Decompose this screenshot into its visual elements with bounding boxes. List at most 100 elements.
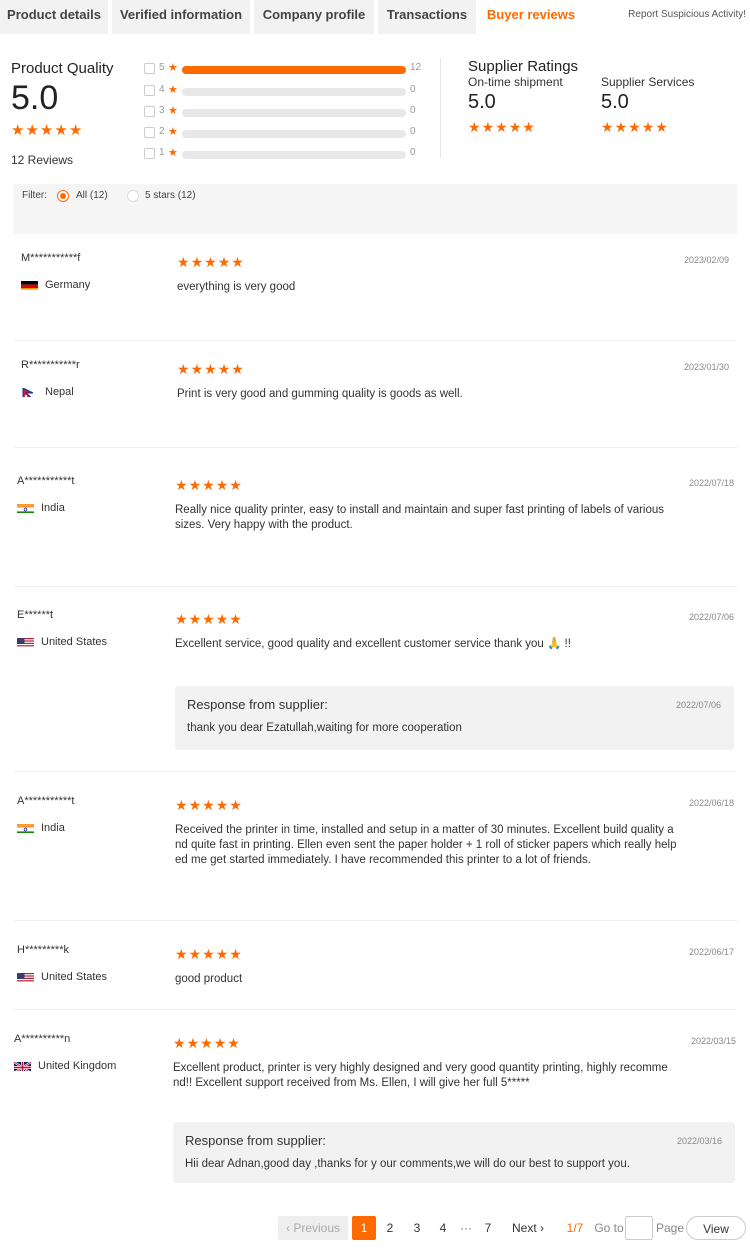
star-icon: ★	[168, 147, 178, 159]
review-count: 12 Reviews	[11, 153, 74, 167]
tab-buyer-reviews[interactable]: Buyer reviews	[480, 0, 582, 34]
star-icon: ★	[231, 361, 244, 377]
review-text: Excellent product, printer is very highl…	[173, 1062, 668, 1074]
on-time-shipment-score: 5.0	[468, 91, 496, 113]
star-icon: ★	[168, 84, 178, 96]
tab-company-profile[interactable]: Company profile	[254, 0, 374, 34]
filter-five-stars-radio[interactable]	[127, 190, 139, 202]
star-icon: ★	[186, 1035, 200, 1051]
rating-bar	[182, 88, 406, 96]
star-icon: ★	[231, 254, 244, 270]
review-stars: ★★★★★	[177, 254, 245, 272]
tab-product-details[interactable]: Product details	[0, 0, 108, 34]
review-date: 2023/01/30	[683, 362, 729, 372]
divider	[14, 920, 737, 921]
star-icon: ★	[229, 797, 242, 813]
divider	[440, 58, 441, 158]
page-2-button[interactable]: 2	[380, 1216, 400, 1240]
chevron-right-icon: ›	[536, 1221, 545, 1235]
star-icon: ★	[628, 119, 641, 135]
star-icon: ★	[188, 797, 202, 813]
star-icon: ★	[215, 611, 229, 627]
product-quality-stars: ★★★★★	[11, 122, 83, 140]
flag-nepal-icon	[21, 386, 38, 397]
divider	[14, 340, 737, 341]
star-icon: ★	[601, 119, 614, 135]
star-icon: ★	[215, 797, 229, 813]
rating-filter-checkbox[interactable]	[144, 127, 155, 138]
review-summary: Product Quality 5.0 ★★★★★ 12 Reviews 5 ★ 1…	[0, 38, 750, 184]
rating-count: 12	[410, 62, 422, 73]
star-icon: ★	[175, 477, 188, 493]
rating-bar	[182, 151, 406, 159]
page-4-button[interactable]: 4	[433, 1216, 453, 1240]
star-icon: ★	[188, 477, 202, 493]
star-icon: ★	[175, 611, 188, 627]
supplier-services-label: Supplier Services	[601, 75, 695, 89]
rating-star-number: 4	[159, 84, 165, 95]
page-1-button[interactable]: 1	[352, 1216, 376, 1240]
rating-row-4[interactable]: 4 ★ 0	[144, 84, 424, 98]
current-page-indicator: 1/7	[566, 1221, 584, 1235]
response-title: Response from supplier:	[187, 697, 328, 712]
rating-row-5[interactable]: 5 ★ 12	[144, 62, 424, 76]
response-text: thank you dear Ezatullah,waiting for mor…	[187, 722, 462, 734]
reviewer-country: Nepal	[45, 386, 74, 398]
tab-transactions[interactable]: Transactions	[378, 0, 476, 34]
flag-united-states-icon	[17, 636, 34, 647]
star-icon: ★	[202, 477, 215, 493]
review-text: Excellent service, good quality and exce…	[175, 638, 571, 650]
star-icon: ★	[54, 122, 68, 139]
reviewer-name: H*********k	[17, 944, 69, 956]
star-icon: ★	[25, 122, 39, 139]
rating-row-2[interactable]: 2 ★ 0	[144, 126, 424, 140]
reviewer-name: A**********n	[14, 1033, 71, 1045]
flag-united-kingdom-icon	[14, 1060, 31, 1071]
star-icon: ★	[522, 119, 535, 135]
rating-filter-checkbox[interactable]	[144, 148, 155, 159]
star-icon: ★	[177, 361, 190, 377]
review-text: nd quite fast in printing. Ellen even se…	[175, 839, 677, 851]
filter-all-radio[interactable]	[57, 190, 69, 202]
report-suspicious-link[interactable]: Report Suspicious Activity!	[628, 9, 746, 20]
star-icon: ★	[200, 1035, 213, 1051]
page-7-button[interactable]: 7	[478, 1216, 498, 1240]
on-time-shipment-stars: ★★★★★	[468, 119, 536, 137]
page-label: Page	[655, 1221, 685, 1235]
star-icon: ★	[495, 119, 508, 135]
divider	[14, 771, 737, 772]
reviewer-country: United States	[41, 636, 108, 648]
page-3-button[interactable]: 3	[407, 1216, 427, 1240]
review-text: good product	[175, 973, 243, 985]
rating-filter-checkbox[interactable]	[144, 106, 155, 117]
reviewer-country: India	[41, 822, 65, 834]
flag-germany-icon	[21, 279, 38, 290]
star-icon: ★	[68, 122, 83, 139]
previous-button[interactable]: ‹ Previous	[278, 1216, 348, 1240]
divider	[14, 586, 737, 587]
rating-row-1[interactable]: 1 ★ 0	[144, 147, 424, 161]
star-icon: ★	[215, 946, 229, 962]
rating-row-3[interactable]: 3 ★ 0	[144, 105, 424, 119]
filter-all-label[interactable]: All (12)	[76, 190, 108, 201]
star-icon: ★	[655, 119, 668, 135]
star-icon: ★	[173, 1035, 186, 1051]
next-button[interactable]: Next ›	[506, 1216, 550, 1240]
star-icon: ★	[39, 122, 54, 139]
response-date: 2022/03/16	[676, 1136, 722, 1146]
filter-five-stars-label[interactable]: 5 stars (12)	[145, 190, 196, 201]
rating-filter-checkbox[interactable]	[144, 85, 155, 96]
review-stars: ★★★★★	[173, 1035, 241, 1053]
goto-page-input[interactable]	[625, 1216, 653, 1240]
response-date: 2022/07/06	[675, 700, 721, 710]
rating-count: 0	[410, 126, 416, 137]
star-icon: ★	[202, 946, 215, 962]
divider	[14, 447, 737, 448]
review-text: everything is very good	[177, 281, 296, 293]
reviewer-name: A***********t	[17, 795, 75, 807]
view-button[interactable]: View	[686, 1216, 746, 1240]
rating-filter-checkbox[interactable]	[144, 63, 155, 74]
review-date: 2022/07/06	[688, 612, 734, 622]
tab-verified-information[interactable]: Verified information	[112, 0, 250, 34]
pagination-ellipsis: ···	[460, 1221, 472, 1235]
